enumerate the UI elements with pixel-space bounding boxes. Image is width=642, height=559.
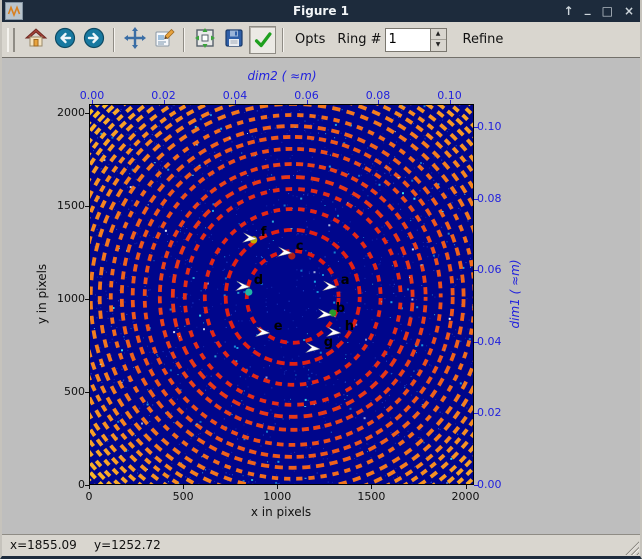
subplots-icon	[193, 26, 217, 54]
matplotlib-logo-icon	[5, 2, 23, 20]
svg-text:h: h	[345, 319, 354, 334]
svg-text:g: g	[324, 335, 333, 350]
tick-mark	[474, 485, 478, 486]
tick-mark	[466, 485, 467, 489]
apply-button[interactable]	[248, 25, 277, 55]
toolbar-separator	[113, 28, 115, 52]
x-tick-label: 500	[173, 490, 194, 503]
tick-mark	[85, 392, 89, 393]
spin-down-button[interactable]: ▼	[431, 40, 446, 51]
tick-mark	[378, 100, 379, 104]
edit-pencil-icon	[152, 26, 176, 54]
tick-mark	[85, 113, 89, 114]
svg-text:c: c	[296, 239, 304, 254]
tick-mark	[235, 100, 236, 104]
tick-mark	[307, 100, 308, 104]
tick-mark	[92, 100, 93, 104]
tick-mark	[474, 342, 478, 343]
close-button[interactable]: ×	[624, 0, 634, 22]
right-axis-label: dim1 ( ≈m)	[508, 259, 522, 328]
home-icon	[24, 26, 48, 54]
tick-mark	[371, 485, 372, 489]
home-button[interactable]	[21, 25, 50, 55]
y-tick-label: 1000	[48, 292, 85, 305]
y-axis-label: y in pixels	[35, 264, 49, 324]
y-tick-label: 0	[48, 478, 85, 491]
ring-number-spinbox: ▲ ▼	[385, 28, 447, 52]
tick-mark	[85, 485, 89, 486]
tick-mark	[89, 485, 90, 489]
maximize-button[interactable]: □	[602, 0, 613, 22]
tick-mark	[474, 199, 478, 200]
configure-subplots-button[interactable]	[190, 25, 219, 55]
save-floppy-icon	[222, 26, 246, 54]
back-arrow-icon	[53, 26, 77, 54]
tick-mark	[474, 127, 478, 128]
svg-text:a: a	[341, 273, 350, 288]
tick-mark	[164, 100, 165, 104]
dim1-tick-label: 0.06	[477, 263, 502, 276]
dim1-tick-label: 0.02	[477, 406, 502, 419]
toolbar: Opts Ring # ▲ ▼ Refine	[2, 22, 640, 58]
tick-mark	[474, 270, 478, 271]
x-tick-label: 1000	[263, 490, 291, 503]
toolbar-separator	[183, 28, 185, 52]
y-tick-label: 2000	[48, 106, 85, 119]
dim1-tick-label: 0.08	[477, 192, 502, 205]
svg-text:d: d	[254, 273, 263, 288]
check-icon	[249, 26, 276, 54]
back-button[interactable]	[50, 25, 79, 55]
rollup-button[interactable]: ↑	[564, 0, 574, 22]
diffraction-plot[interactable]: ab c d e f gh	[89, 104, 474, 485]
y-tick-label: 500	[48, 385, 85, 398]
dim1-tick-label: 0.00	[477, 478, 502, 491]
tick-mark	[474, 413, 478, 414]
svg-text:e: e	[274, 319, 283, 334]
x-tick-label: 1500	[357, 490, 385, 503]
pan-button[interactable]	[120, 25, 149, 55]
dim1-tick-label: 0.04	[477, 335, 502, 348]
toolbar-grip[interactable]	[7, 28, 15, 52]
dim1-tick-label: 0.10	[477, 120, 502, 133]
cursor-y-readout: y=1252.72	[94, 538, 161, 552]
window-title: Figure 1	[2, 4, 640, 18]
save-button[interactable]	[219, 25, 248, 55]
tick-mark	[450, 100, 451, 104]
tick-mark	[277, 485, 278, 489]
statusbar: x=1855.09 y=1252.72	[2, 534, 640, 556]
cursor-x-readout: x=1855.09	[10, 538, 77, 552]
spin-up-button[interactable]: ▲	[431, 29, 446, 41]
x-tick-label: 2000	[452, 490, 480, 503]
figure-window: Figure 1 ↑ _ □ ×	[0, 0, 642, 559]
svg-text:b: b	[336, 301, 345, 316]
ring-number-input[interactable]	[386, 29, 430, 51]
figure-canvas: ab c d e f gh dim2 ( ≈m) dim1 ( ≈m) x in pixe…	[2, 58, 640, 535]
forward-arrow-icon	[82, 26, 106, 54]
tick-mark	[85, 299, 89, 300]
top-axis-label: dim2 ( ≈m)	[247, 69, 316, 83]
x-axis-label: x in pixels	[251, 505, 311, 519]
x-tick-label: 0	[86, 490, 93, 503]
edit-button[interactable]	[149, 25, 178, 55]
tick-mark	[85, 206, 89, 207]
resize-grip[interactable]	[625, 541, 639, 555]
pan-move-icon	[123, 26, 147, 54]
ring-number-label: Ring #	[337, 32, 381, 47]
toolbar-separator	[282, 28, 284, 52]
y-tick-label: 1500	[48, 199, 85, 212]
window-controls: ↑ _ □ ×	[564, 0, 634, 22]
opts-button[interactable]: Opts	[295, 32, 325, 47]
titlebar[interactable]: Figure 1 ↑ _ □ ×	[2, 0, 640, 22]
svg-text:f: f	[261, 225, 267, 240]
refine-button[interactable]: Refine	[463, 32, 504, 47]
tick-mark	[183, 485, 184, 489]
forward-button[interactable]	[79, 25, 108, 55]
minimize-button[interactable]: _	[585, 0, 591, 19]
